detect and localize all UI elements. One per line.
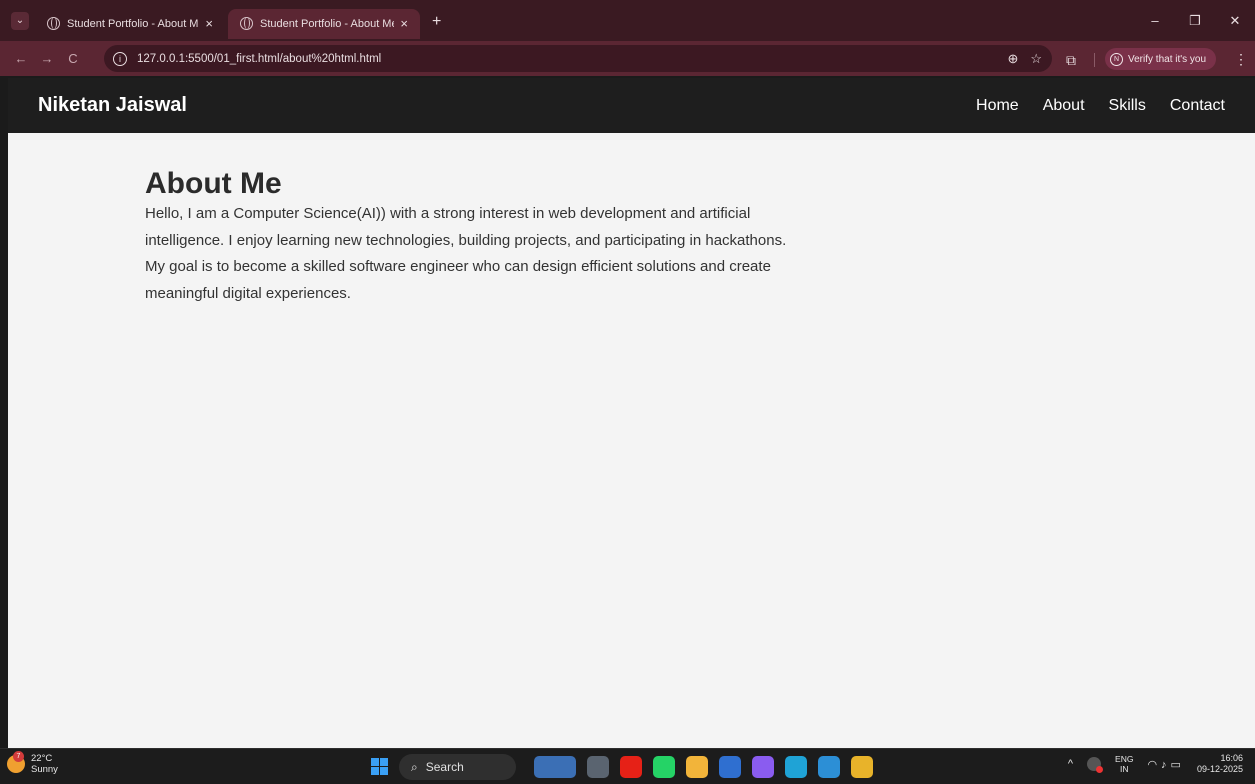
back-button[interactable]: ←	[8, 51, 34, 66]
tab-close-button[interactable]: ×	[400, 16, 408, 31]
taskbar-apps	[534, 756, 884, 778]
store-icon[interactable]	[719, 756, 741, 778]
bookmark-star-icon[interactable]: ☆	[1030, 51, 1042, 67]
temperature: 22°C	[31, 753, 53, 764]
extensions-icon[interactable]: ⧉	[1066, 52, 1076, 69]
new-tab-button[interactable]: +	[432, 13, 441, 31]
tab-search-button[interactable]: ⌄	[11, 11, 29, 30]
language-code: ENG	[1115, 754, 1134, 764]
region-code: IN	[1119, 764, 1129, 774]
nav-link-home[interactable]: Home	[976, 97, 1019, 115]
language-indicator[interactable]: ENG IN	[1115, 754, 1133, 774]
search-icon: ⌕	[411, 759, 418, 774]
toolbar-divider	[1094, 53, 1095, 67]
file-explorer-app-icon[interactable]	[587, 756, 609, 778]
time: 16:06	[1220, 753, 1243, 763]
site-brand: Niketan Jaiswal	[38, 94, 187, 116]
site-navbar: Niketan Jaiswal Home About Skills Contac…	[8, 78, 1255, 133]
nav-link-about[interactable]: About	[1043, 97, 1085, 115]
profile-avatar-icon: N	[1110, 52, 1123, 66]
about-section: About Me Hello, I am a Computer Science(…	[8, 133, 788, 307]
network-volume-battery-icons[interactable]: ◠♪▭	[1147, 758, 1185, 771]
tab-title: Student Portfolio - About Me	[260, 17, 395, 30]
site-info-icon[interactable]: i	[113, 51, 127, 66]
news-widget-icon[interactable]	[534, 756, 576, 778]
browser-tab-strip: ⌄ Student Portfolio - About Me × Student…	[0, 0, 1255, 41]
taskbar: 7 22°C Sunny ⌕ Search ^ ENG IN ◠♪▭ 16:06…	[0, 748, 1255, 784]
folder-icon[interactable]	[686, 756, 708, 778]
nav-link-skills[interactable]: Skills	[1109, 97, 1146, 115]
copilot-icon[interactable]	[752, 756, 774, 778]
browser-tab[interactable]: Student Portfolio - About Me ×	[35, 9, 225, 39]
verify-identity-button[interactable]: N Verify that it's you	[1105, 48, 1217, 70]
chrome-icon[interactable]	[851, 756, 873, 778]
weather-badge: 7	[13, 751, 24, 762]
browser-toolbar: ← → C i 127.0.0.1:5500/01_first.html/abo…	[0, 41, 1255, 76]
search-label: Search	[425, 760, 464, 774]
reload-button[interactable]: C	[60, 51, 86, 66]
globe-icon	[47, 17, 60, 30]
about-paragraph: Hello, I am a Computer Science(AI)) with…	[145, 205, 787, 249]
restore-button[interactable]: ❐	[1175, 13, 1215, 29]
edge-icon[interactable]	[785, 756, 807, 778]
clock[interactable]: 16:06 09-12-2025	[1197, 753, 1243, 775]
nav-link-contact[interactable]: Contact	[1170, 97, 1225, 115]
vscode-icon[interactable]	[818, 756, 840, 778]
url-text[interactable]: 127.0.0.1:5500/01_first.html/about%20htm…	[137, 53, 381, 65]
address-bar-actions: ⊕ ☆	[1007, 45, 1042, 72]
youtube-icon[interactable]	[620, 756, 642, 778]
tab-close-button[interactable]: ×	[205, 16, 213, 31]
verify-label: Verify that it's you	[1128, 53, 1207, 65]
globe-icon	[240, 17, 253, 30]
sun-icon: 7	[7, 751, 25, 773]
site-nav-links: Home About Skills Contact	[952, 97, 1225, 115]
browser-tab-active[interactable]: Student Portfolio - About Me ×	[228, 8, 420, 39]
address-bar[interactable]: i 127.0.0.1:5500/01_first.html/about%20h…	[104, 45, 1052, 72]
weather-condition: Sunny	[31, 764, 58, 775]
forward-button[interactable]: →	[34, 51, 60, 66]
window-controls: – ❐ ✕	[1135, 0, 1255, 41]
notification-app-icon[interactable]	[1087, 757, 1104, 773]
goal-paragraph: My goal is to become a skilled software …	[145, 258, 771, 302]
system-tray: ^ ENG IN ◠♪▭ 16:06 09-12-2025	[1068, 753, 1243, 775]
show-hidden-icons-button[interactable]: ^	[1068, 758, 1073, 770]
windows-logo-icon	[371, 758, 379, 766]
start-button[interactable]	[371, 758, 388, 775]
about-heading: About Me	[145, 167, 282, 200]
whatsapp-icon[interactable]	[653, 756, 675, 778]
weather-text: 22°C Sunny	[31, 753, 58, 775]
close-window-button[interactable]: ✕	[1215, 13, 1255, 29]
weather-widget[interactable]: 7 22°C Sunny	[7, 751, 58, 775]
zoom-icon[interactable]: ⊕	[1007, 51, 1018, 67]
minimize-button[interactable]: –	[1135, 13, 1175, 28]
page-viewport: Niketan Jaiswal Home About Skills Contac…	[8, 78, 1255, 748]
tab-title: Student Portfolio - About Me	[67, 17, 200, 30]
browser-menu-button[interactable]: ⋮	[1234, 51, 1248, 68]
taskbar-search[interactable]: ⌕ Search	[399, 754, 516, 780]
date: 09-12-2025	[1196, 764, 1243, 774]
